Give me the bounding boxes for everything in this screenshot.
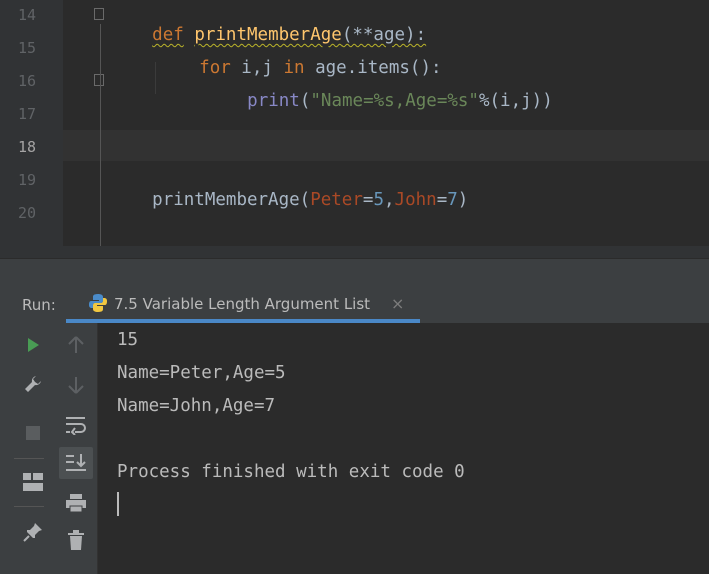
print-icon[interactable]	[63, 490, 89, 516]
scroll-to-end-icon[interactable]	[59, 447, 93, 479]
run-toolbar-secondary	[56, 323, 98, 574]
pin-icon[interactable]	[20, 519, 46, 545]
line-number: 16	[18, 72, 37, 90]
panel-divider[interactable]	[0, 258, 709, 289]
text-cursor	[117, 492, 119, 516]
soft-wrap-icon[interactable]	[63, 412, 89, 438]
toolbar-separator	[14, 506, 44, 507]
wrench-icon[interactable]	[20, 371, 46, 397]
code-editor[interactable]: 14 15 16 17 18 19 20 def printMemberAge(…	[0, 0, 709, 258]
fold-end-icon[interactable]	[94, 74, 104, 86]
current-line-highlight	[0, 130, 709, 161]
console-output[interactable]: 15 Name=Peter,Age=5 Name=John,Age=7 Proc…	[98, 323, 709, 574]
line-number-active: 18	[18, 138, 37, 156]
toolbar-separator	[14, 458, 44, 459]
line-number: 19	[18, 171, 37, 189]
line-number: 14	[18, 6, 37, 24]
indent-guide	[155, 62, 156, 94]
layout-icon[interactable]	[20, 469, 46, 495]
run-icon[interactable]	[20, 332, 46, 358]
close-tab-icon[interactable]: ×	[391, 294, 404, 313]
console-line: Name=Peter,Age=5	[117, 363, 286, 383]
down-arrow-icon[interactable]	[63, 372, 89, 398]
up-arrow-icon[interactable]	[63, 332, 89, 358]
run-tab-title[interactable]: 7.5 Variable Length Argument List	[114, 295, 370, 313]
line-number: 20	[18, 204, 37, 222]
console-line: 15	[117, 330, 139, 350]
run-toolbar-primary	[0, 323, 56, 574]
line-number: 15	[18, 39, 37, 57]
run-label: Run:	[22, 296, 56, 314]
gutter-separator	[100, 24, 101, 246]
python-icon	[88, 293, 108, 317]
editor-bottom-area	[0, 246, 709, 258]
fold-start-icon[interactable]	[94, 8, 104, 20]
trash-icon[interactable]	[63, 527, 89, 553]
console-line: Process finished with exit code 0	[117, 462, 465, 482]
line-number: 17	[18, 105, 37, 123]
stop-icon[interactable]	[20, 420, 46, 446]
code-line-19: printMemberAge(Peter=5,John=7)	[152, 190, 469, 210]
console-line: Name=John,Age=7	[117, 396, 276, 416]
code-line-16: print("Name=%s,Age=%s"%(i,j))	[247, 91, 553, 111]
